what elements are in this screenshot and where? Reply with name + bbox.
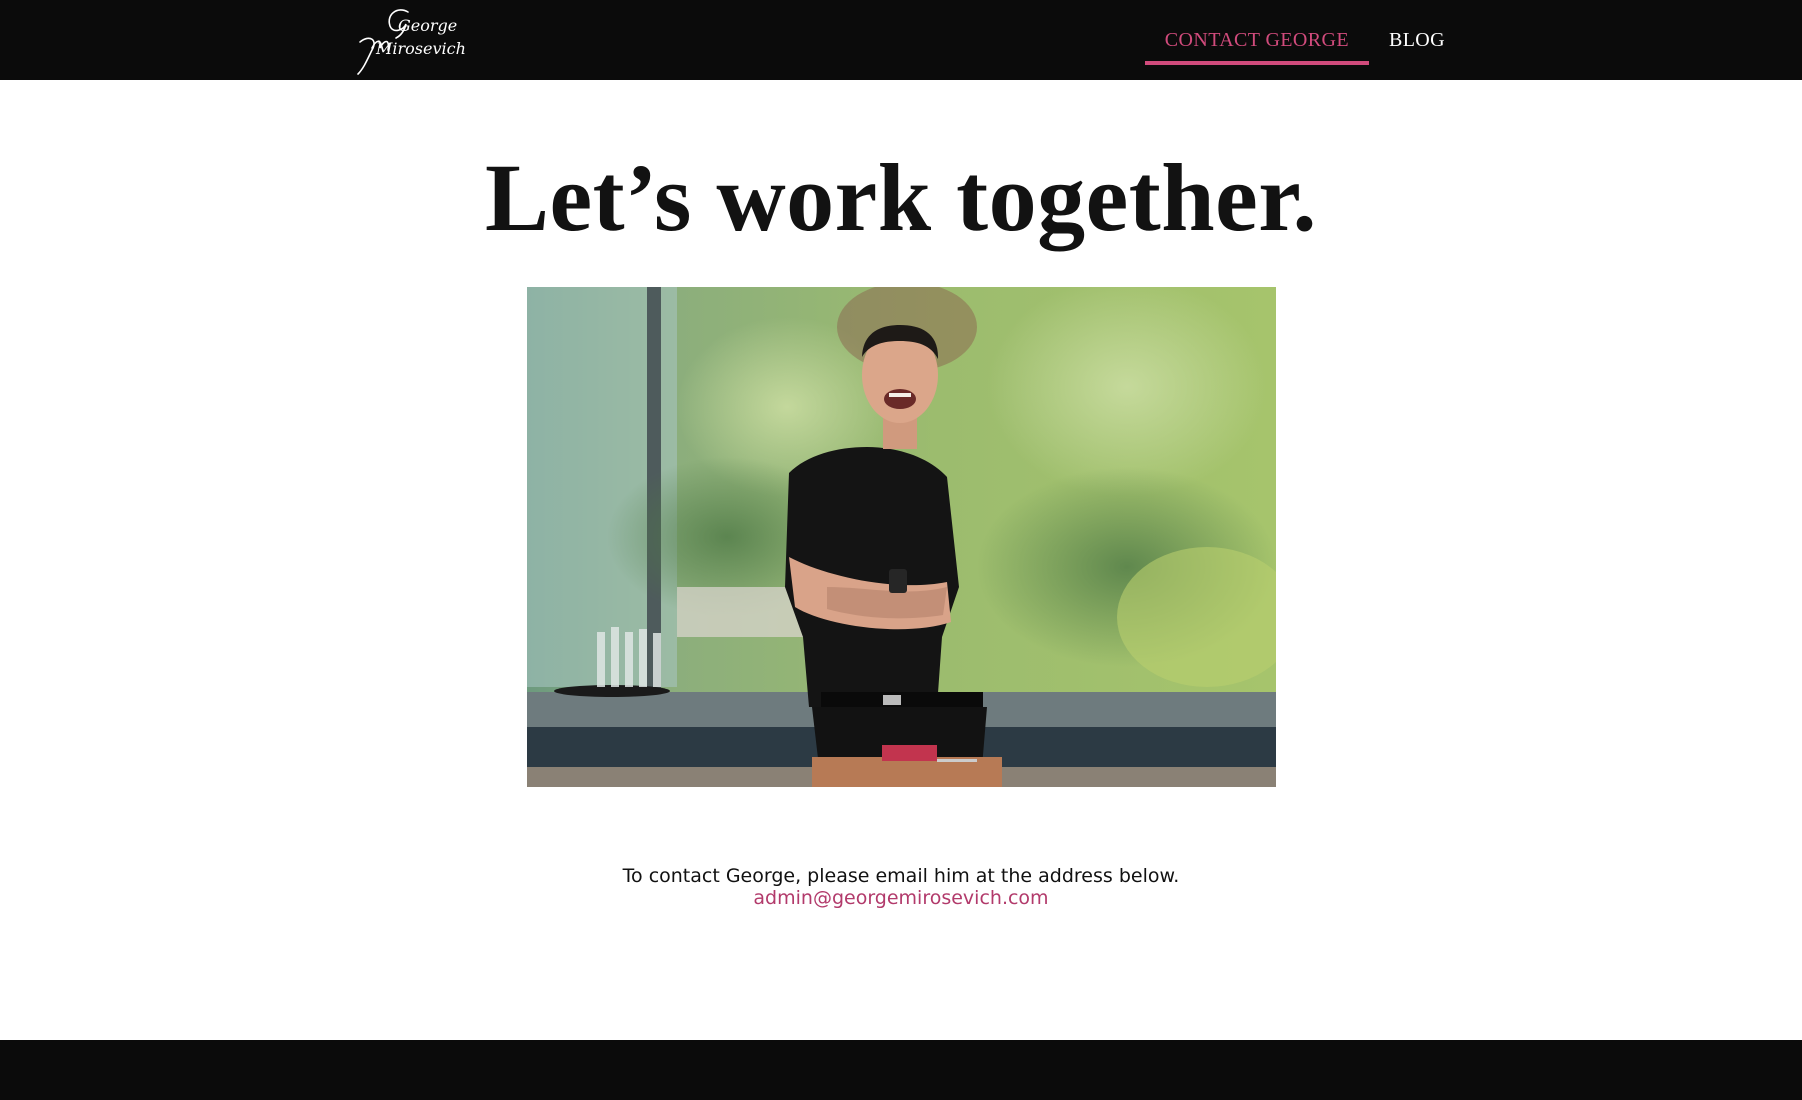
site-logo[interactable]: George Mirosevich: [346, 4, 474, 78]
svg-text:George: George: [398, 16, 457, 35]
portrait-photo: [527, 287, 1276, 787]
contact-email-line: admin@georgemirosevich.com: [0, 886, 1802, 910]
contact-instructions: To contact George, please email him at t…: [622, 865, 1180, 887]
site-footer: [0, 1040, 1802, 1100]
page: George Mirosevich CONTACT GEORGE BLOG Le…: [0, 0, 1802, 1100]
nav-blog[interactable]: BLOG: [1369, 0, 1465, 80]
email-link[interactable]: admin@georgemirosevich.com: [753, 887, 1048, 909]
signature-logo: George Mirosevich: [357, 9, 466, 75]
nav-contact-george[interactable]: CONTACT GEORGE: [1144, 0, 1370, 80]
page-title: Let’s work together.: [484, 144, 1318, 251]
svg-text:Mirosevich: Mirosevich: [375, 39, 466, 58]
portrait-illustration: [527, 287, 1276, 787]
main-nav: CONTACT GEORGE BLOG: [1144, 0, 1465, 80]
site-header: George Mirosevich CONTACT GEORGE BLOG: [0, 0, 1802, 80]
